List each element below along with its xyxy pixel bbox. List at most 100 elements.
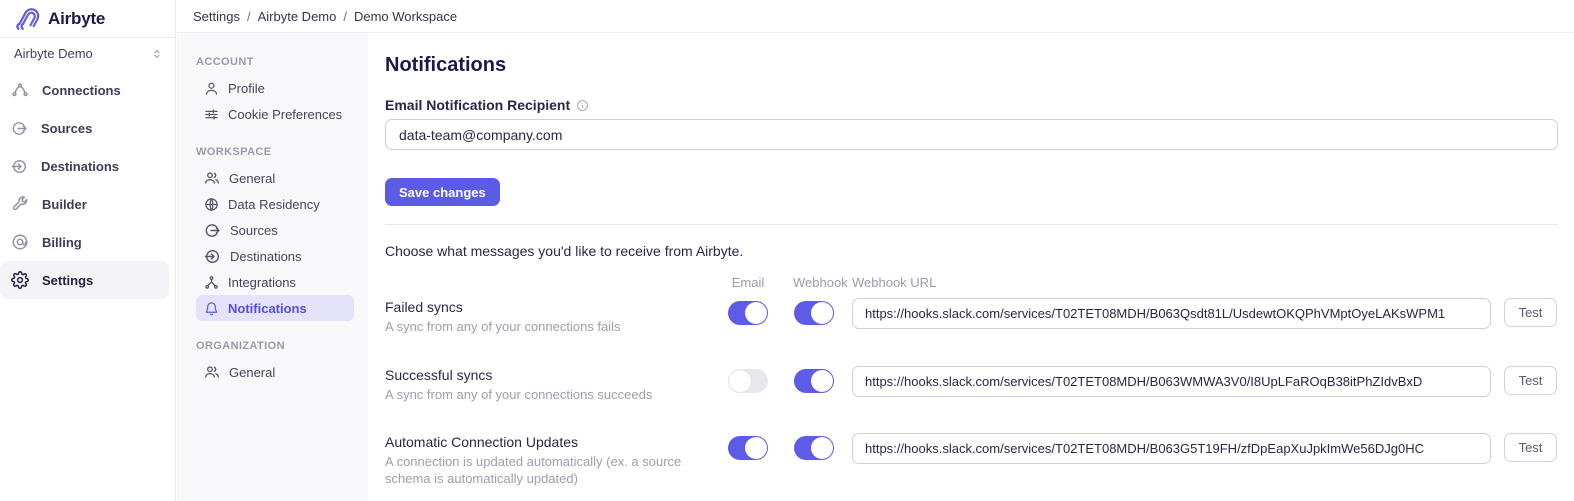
- settings-nav-item-label: Notifications: [228, 301, 307, 316]
- brand-logo[interactable]: Airbyte: [0, 0, 175, 38]
- notification-description: A sync from any of your connections succ…: [385, 387, 727, 404]
- users-icon: [204, 364, 220, 380]
- toggle-knob: [811, 437, 833, 459]
- webhook-toggle-cell: [793, 296, 835, 325]
- notification-row-successful-syncs: Successful syncsA sync from any of your …: [385, 364, 1558, 404]
- main-sidebar: Airbyte Airbyte Demo Connections Sources D…: [0, 0, 176, 501]
- workspace-selector-label: Airbyte Demo: [14, 46, 93, 61]
- toggle-knob: [745, 437, 767, 459]
- toggle-knob: [811, 370, 833, 392]
- toggle-knob: [811, 302, 833, 324]
- test-webhook-button[interactable]: Test: [1504, 298, 1557, 327]
- notification-description: A connection is updated automatically (e…: [385, 454, 727, 488]
- save-changes-button[interactable]: Save changes: [385, 178, 500, 206]
- settings-nav-section-title: ACCOUNT: [196, 56, 354, 68]
- destinations-icon: [11, 158, 28, 175]
- webhook-toggle[interactable]: [794, 301, 834, 325]
- settings-nav-item-integrations[interactable]: Integrations: [196, 269, 354, 295]
- breadcrumb-item-demo-workspace[interactable]: Demo Workspace: [354, 9, 457, 24]
- email-toggle[interactable]: [728, 301, 768, 325]
- notification-name-cell: Automatic Connection Updates A connection…: [385, 431, 727, 488]
- app-window: Airbyte Airbyte Demo Connections Sources D…: [0, 0, 1574, 501]
- email-recipient-label-row: Email Notification Recipient: [385, 97, 589, 113]
- settings-nav-section-workspace: WORKSPACE General Data Residency Sources Des…: [196, 146, 354, 321]
- notification-row-failed-syncs: Failed syncsA sync from any of your conn…: [385, 296, 1558, 336]
- sidebar-item-sources[interactable]: Sources: [0, 109, 169, 147]
- chevron-updown-icon: [151, 47, 163, 61]
- toggle-knob: [729, 370, 751, 392]
- webhook-toggle[interactable]: [794, 369, 834, 393]
- airbyte-logo-icon: [14, 6, 40, 32]
- email-toggle-cell: [727, 296, 769, 325]
- profile-icon: [204, 81, 219, 96]
- sidebar-item-label: Settings: [42, 273, 93, 288]
- webhook-url-input[interactable]: [852, 298, 1491, 329]
- integrations-icon: [204, 275, 219, 290]
- column-header-webhook: Webhook: [793, 275, 835, 290]
- notification-table-header: Email Webhook Webhook URL: [385, 275, 1558, 290]
- settings-nav-item-label: Sources: [230, 223, 278, 238]
- settings-icon: [11, 271, 29, 289]
- connections-icon: [11, 81, 29, 99]
- top-bar: Settings/Airbyte Demo/Demo Workspace: [177, 0, 1574, 33]
- notification-name: Automatic Connection Updates: [385, 431, 727, 450]
- settings-nav-section-organization: ORGANIZATIONGeneral: [196, 340, 354, 385]
- settings-nav-item-label: Destinations: [230, 249, 302, 264]
- main-nav-list: Connections Sources Destinations Builder Bil…: [0, 71, 175, 299]
- settings-nav-item-profile[interactable]: Profile: [196, 75, 354, 101]
- main-content: Notifications Email Notification Recipie…: [368, 33, 1574, 501]
- settings-nav-item-notifications[interactable]: Notifications: [196, 295, 354, 321]
- builder-icon: [11, 195, 29, 213]
- sidebar-item-label: Destinations: [41, 159, 119, 174]
- breadcrumb: Settings/Airbyte Demo/Demo Workspace: [193, 9, 457, 24]
- settings-nav-item-data-residency[interactable]: Data Residency: [196, 191, 354, 217]
- column-header-email: Email: [727, 275, 769, 290]
- email-toggle[interactable]: [728, 369, 768, 393]
- sidebar-item-settings[interactable]: Settings: [0, 261, 169, 299]
- sidebar-item-billing[interactable]: Billing: [0, 223, 169, 261]
- settings-nav-item-label: Integrations: [228, 275, 296, 290]
- page-title: Notifications: [385, 54, 506, 77]
- webhook-toggle[interactable]: [794, 436, 834, 460]
- test-webhook-button[interactable]: Test: [1504, 366, 1557, 395]
- test-webhook-button[interactable]: Test: [1504, 433, 1557, 462]
- globe-icon: [204, 197, 219, 212]
- users-icon: [204, 170, 220, 186]
- settings-nav-item-label: Cookie Preferences: [228, 107, 342, 122]
- sidebar-item-label: Sources: [41, 121, 92, 136]
- email-toggle[interactable]: [728, 436, 768, 460]
- webhook-url-input[interactable]: [852, 433, 1491, 464]
- settings-nav-section-title: WORKSPACE: [196, 146, 354, 158]
- sliders-icon: [204, 107, 219, 122]
- destinations-icon: [204, 248, 221, 265]
- notification-row-automatic-connection-updates: Automatic Connection Updates A connection…: [385, 431, 1558, 488]
- settings-nav-item-label: Data Residency: [228, 197, 320, 212]
- toggle-knob: [745, 302, 767, 324]
- sidebar-item-connections[interactable]: Connections: [0, 71, 169, 109]
- sources-icon: [11, 120, 28, 137]
- webhook-toggle-cell: [793, 364, 835, 393]
- email-toggle-cell: [727, 431, 769, 460]
- workspace-selector[interactable]: Airbyte Demo: [0, 38, 175, 69]
- webhook-url-input[interactable]: [852, 366, 1491, 397]
- breadcrumb-item-airbyte-demo[interactable]: Airbyte Demo: [258, 9, 337, 24]
- breadcrumb-item-settings[interactable]: Settings: [193, 9, 240, 24]
- notification-description: A sync from any of your connections fail…: [385, 319, 727, 336]
- settings-nav-item-general[interactable]: General: [196, 165, 354, 191]
- webhook-toggle-cell: [793, 431, 835, 460]
- settings-nav-item-destinations[interactable]: Destinations: [196, 243, 354, 269]
- settings-nav-item-label: Profile: [228, 81, 265, 96]
- settings-nav-item-label: General: [229, 171, 275, 186]
- sidebar-item-destinations[interactable]: Destinations: [0, 147, 169, 185]
- settings-nav-item-general[interactable]: General: [196, 359, 354, 385]
- sources-icon: [204, 222, 221, 239]
- settings-nav-item-sources[interactable]: Sources: [196, 217, 354, 243]
- billing-icon: [11, 233, 29, 251]
- sidebar-item-label: Billing: [42, 235, 82, 250]
- email-recipient-input[interactable]: [385, 119, 1558, 150]
- brand-name: Airbyte: [48, 9, 105, 29]
- sidebar-item-builder[interactable]: Builder: [0, 185, 169, 223]
- info-icon: [576, 99, 589, 112]
- sidebar-item-label: Builder: [42, 197, 87, 212]
- settings-nav-item-cookie-preferences[interactable]: Cookie Preferences: [196, 101, 354, 127]
